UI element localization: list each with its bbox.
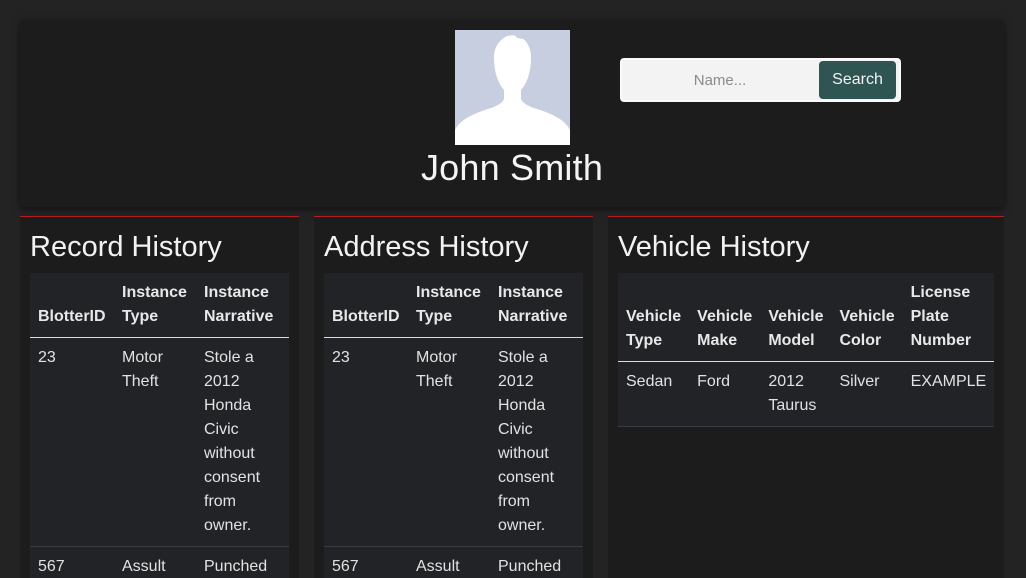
table-cell: EXAMPLE (902, 361, 995, 427)
table-cell: Stole a 2012 Honda Civic without consent… (490, 337, 583, 547)
column-header: Instance Narrative (196, 273, 289, 338)
table-cell: 23 (30, 337, 114, 547)
table-row: 567 Assult Punched (30, 546, 289, 578)
column-header: Vehicle Color (831, 273, 903, 362)
avatar (455, 30, 570, 145)
table-cell: Assult (114, 546, 196, 578)
table-cell: Ford (689, 361, 761, 427)
table-cell: Sedan (618, 361, 690, 427)
record-history-table: BlotterID Instance Type Instance Narrati… (30, 273, 289, 578)
table-cell: Stole a 2012 Honda Civic without consent… (196, 337, 289, 547)
address-history-table: BlotterID Instance Type Instance Narrati… (324, 273, 583, 578)
search-button[interactable]: Search (819, 61, 896, 99)
table-header-row: BlotterID Instance Type Instance Narrati… (30, 273, 289, 338)
table-cell: 567 (30, 546, 114, 578)
column-header: Vehicle Make (689, 273, 761, 362)
record-history-title: Record History (30, 231, 222, 263)
table-cell: Punched (490, 546, 583, 578)
address-history-panel: Address History BlotterID Instance Type … (314, 216, 593, 578)
vehicle-history-panel: Vehicle History Vehicle Type Vehicle Mak… (608, 216, 1004, 578)
column-header: License Plate Number (902, 273, 995, 362)
table-header-row: Vehicle Type Vehicle Make Vehicle Model … (618, 273, 995, 362)
column-header: Instance Type (114, 273, 196, 338)
record-history-panel: Record History BlotterID Instance Type I… (20, 216, 299, 578)
table-row: 23 Motor Theft Stole a 2012 Honda Civic … (30, 337, 289, 547)
table-cell: 2012 Taurus (760, 361, 832, 427)
search-bar: Search (620, 58, 901, 102)
table-row: 23 Motor Theft Stole a 2012 Honda Civic … (324, 337, 583, 547)
record-history-table-wrap: BlotterID Instance Type Instance Narrati… (30, 273, 289, 578)
table-cell: Silver (831, 361, 903, 427)
table-cell: 567 (324, 546, 408, 578)
vehicle-history-title: Vehicle History (618, 231, 810, 263)
table-cell: 23 (324, 337, 408, 547)
column-header: BlotterID (30, 273, 114, 338)
column-header: BlotterID (324, 273, 408, 338)
table-cell: Motor Theft (114, 337, 196, 547)
column-header: Vehicle Model (760, 273, 832, 362)
table-cell: Punched (196, 546, 289, 578)
profile-header: John Smith Search (20, 20, 1004, 207)
table-row: 567 Assult Punched (324, 546, 583, 578)
table-cell: Motor Theft (408, 337, 490, 547)
profile-name: John Smith (420, 147, 604, 188)
table-header-row: BlotterID Instance Type Instance Narrati… (324, 273, 583, 338)
search-input[interactable] (624, 62, 816, 98)
vehicle-history-table-wrap: Vehicle Type Vehicle Make Vehicle Model … (618, 273, 995, 427)
table-row: Sedan Ford 2012 Taurus Silver EXAMPLE (618, 361, 995, 427)
column-header: Vehicle Type (618, 273, 690, 362)
column-header: Instance Type (408, 273, 490, 338)
column-header: Instance Narrative (490, 273, 583, 338)
table-cell: Assult (408, 546, 490, 578)
address-history-title: Address History (324, 231, 529, 263)
address-history-table-wrap: BlotterID Instance Type Instance Narrati… (324, 273, 583, 578)
vehicle-history-table: Vehicle Type Vehicle Make Vehicle Model … (618, 273, 995, 427)
person-silhouette-icon (455, 32, 570, 145)
